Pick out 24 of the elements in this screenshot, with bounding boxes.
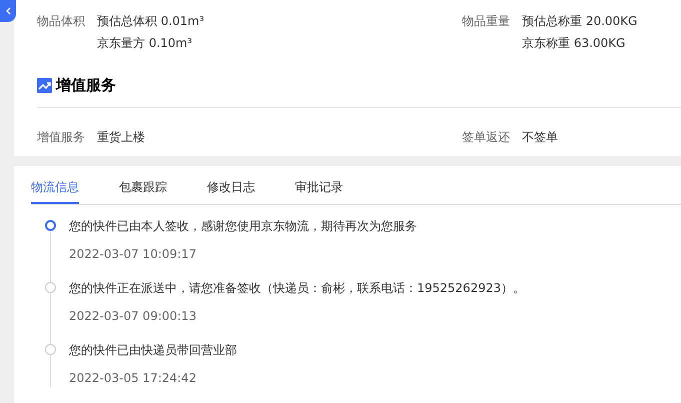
section-title: 增值服务 xyxy=(56,74,116,96)
event-time: 2022-03-07 09:00:13 xyxy=(69,308,198,325)
field-label: 签单返还 xyxy=(462,129,510,146)
field-value: 不签单 xyxy=(522,129,558,146)
field-label: 物品体积 xyxy=(37,13,85,30)
tab[interactable]: 包裹跟踪 xyxy=(119,176,167,204)
field-value: 京东量方 0.10m³ xyxy=(97,35,194,52)
event-time: 2022-03-07 10:09:17 xyxy=(69,246,198,263)
event-text: 您的快件已由快递员带回营业部 xyxy=(69,342,237,359)
field-value: 预估总体积 0.01m³ xyxy=(97,13,204,30)
tab[interactable]: 修改日志 xyxy=(207,176,255,204)
event-text: 您的快件正在派送中，请您准备签收（快递员：俞彬，联系电话：19525262923）。 xyxy=(69,280,525,297)
field-value: 重货上楼 xyxy=(97,129,145,146)
event-time: 2022-03-05 17:24:42 xyxy=(69,370,198,387)
event-text: 您的快件已由本人签收，感谢您使用京东物流，期待再次为您服务 xyxy=(69,218,417,235)
field-value: 京东称重 63.00KG xyxy=(522,35,626,52)
field-label: 物品重量 xyxy=(462,13,510,30)
tab[interactable]: 审批记录 xyxy=(295,176,343,204)
collapse-button[interactable] xyxy=(0,0,16,22)
field-value: 预估总称重 20.00KG xyxy=(522,13,638,30)
chevron-left-icon xyxy=(5,7,11,15)
field-label: 增值服务 xyxy=(37,129,85,146)
trend-icon xyxy=(37,78,52,92)
tab[interactable]: 物流信息 xyxy=(31,176,79,204)
